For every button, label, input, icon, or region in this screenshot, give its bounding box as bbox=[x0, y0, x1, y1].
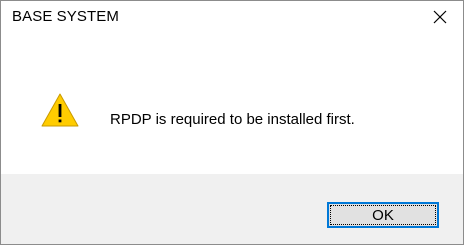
dialog-footer: OK bbox=[1, 174, 463, 244]
close-button[interactable] bbox=[417, 1, 463, 32]
close-icon bbox=[433, 10, 447, 23]
ok-button[interactable]: OK bbox=[327, 202, 439, 228]
message-dialog: BASE SYSTEM RPDP is required to be insta… bbox=[0, 0, 464, 245]
ok-button-label: OK bbox=[372, 206, 394, 224]
dialog-message: RPDP is required to be installed first. bbox=[110, 111, 355, 128]
title-bar[interactable]: BASE SYSTEM bbox=[1, 1, 463, 32]
dialog-content: RPDP is required to be installed first. bbox=[1, 32, 463, 174]
warning-icon bbox=[41, 93, 79, 127]
dialog-title: BASE SYSTEM bbox=[12, 8, 119, 25]
